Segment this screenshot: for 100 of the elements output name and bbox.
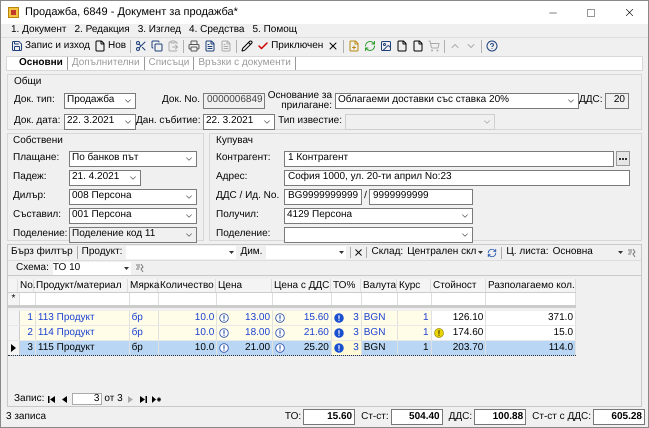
first-icon <box>48 396 56 402</box>
menu-item[interactable]: 2. Редакция <box>74 24 130 37</box>
dropdown-field[interactable]: 001 Персона <box>69 208 197 224</box>
table-cell: 10.0 <box>194 312 214 324</box>
menu-item[interactable]: 1. Документ <box>11 24 66 37</box>
column-header[interactable]: Курс <box>397 279 431 292</box>
page-icon <box>396 40 408 52</box>
table-cell: 115 Продукт <box>36 341 130 355</box>
dropdown-field[interactable]: 22. 3.2021 <box>203 114 275 130</box>
warning-icon <box>434 328 444 338</box>
field-label: Склад: <box>371 246 404 259</box>
dropdown-icon <box>478 251 484 254</box>
last-record-button[interactable] <box>138 394 149 404</box>
scheme-field[interactable]: ТО 10 <box>52 262 131 274</box>
record-number-field[interactable]: 3 <box>72 393 102 405</box>
dropdown-field[interactable]: По банков път <box>69 150 197 166</box>
info-icon <box>219 328 230 338</box>
field-label: Схема: <box>16 262 49 274</box>
dropdown-icon <box>618 251 623 254</box>
dimension-filter-field[interactable] <box>266 246 346 259</box>
price-list-field[interactable]: Основна <box>552 246 623 259</box>
dropdown-field[interactable] <box>284 226 473 242</box>
table-row[interactable]: 3 115 Продукт бр 10.0 21.00 25.20 3 BGN 1 203.70 114.0 <box>8 341 576 356</box>
column-header[interactable]: Продукт/материал <box>34 279 128 292</box>
total-field: 100.88 <box>474 409 526 425</box>
dropdown-field[interactable]: 21. 4.2021 <box>69 170 141 186</box>
table-cell: 2 <box>20 326 36 340</box>
column-header[interactable]: Разполагаемо кол. <box>486 279 576 292</box>
menu-item[interactable]: 5. Помощ <box>252 24 297 37</box>
new-button[interactable]: Нов <box>92 38 128 54</box>
edit-button[interactable] <box>239 38 256 54</box>
first-record-button[interactable] <box>46 394 58 404</box>
column-header[interactable]: Стойност <box>431 279 486 292</box>
print-button[interactable] <box>186 38 202 54</box>
page-icon <box>94 40 106 52</box>
text-field[interactable]: 9999999999 <box>369 188 473 204</box>
text-field[interactable]: 0000006849 <box>203 92 265 108</box>
save-exit-button[interactable]: Запис и изход <box>9 38 92 54</box>
refresh-icon[interactable] <box>487 248 498 258</box>
field-label: ДДС / Ид. No. <box>216 190 280 203</box>
quick-filter-button[interactable]: Бърз филтър <box>11 246 78 259</box>
help-button[interactable] <box>484 38 500 54</box>
table-cell: 10.0 <box>194 326 214 340</box>
copy-button[interactable] <box>149 38 166 54</box>
table-cell: 3 <box>353 326 359 340</box>
new-record-icon <box>152 396 161 402</box>
browse-button[interactable] <box>616 151 630 166</box>
dropdown-icon <box>339 251 344 254</box>
column-header[interactable]: No. <box>18 279 34 292</box>
new-record-button[interactable] <box>150 394 162 404</box>
dropdown-icon <box>124 266 129 270</box>
info-icon <box>334 343 344 353</box>
column-header[interactable]: Цена с ДДС <box>272 279 331 292</box>
dropdown-field[interactable]: Поделение код 11 <box>69 226 197 242</box>
field-label: от 3 <box>104 392 123 406</box>
table-cell: 1 <box>398 341 432 355</box>
text-field[interactable]: София 1000, ул. 20-ти април No:23 <box>284 170 630 186</box>
field-label: Док. дата: <box>14 115 62 128</box>
record-count: 3 записа <box>6 410 48 424</box>
table-row[interactable]: 2 114 Продукт бр 10.0 18.00 21.60 3 BGN 1 174.60 15.0 <box>8 326 576 341</box>
text-field[interactable]: 20 <box>605 92 629 108</box>
table-cell: 15.60 <box>304 312 329 324</box>
text-field[interactable]: 1 Контрагент <box>284 150 614 166</box>
tab[interactable]: Основни <box>15 57 68 70</box>
info-icon <box>275 343 286 353</box>
column-header[interactable]: Количество <box>158 279 216 292</box>
pencil-icon <box>241 40 254 52</box>
table-cell: 21.60 <box>304 326 329 340</box>
total-field: 504.40 <box>390 409 443 425</box>
warehouse-field[interactable]: Централен скл <box>407 246 484 259</box>
complete-button[interactable]: Приключен <box>255 38 326 54</box>
group-title: Общи <box>14 76 42 88</box>
field-label: Дим. <box>240 246 262 259</box>
text-field[interactable]: BG9999999999 <box>284 188 362 204</box>
save-icon <box>11 40 23 52</box>
column-header[interactable]: Цена <box>216 279 272 292</box>
dropdown-field[interactable]: Продажба <box>64 92 136 108</box>
menu-item[interactable]: 4. Средства <box>189 24 244 37</box>
column-header[interactable]: Валута <box>361 279 397 292</box>
table-cell: 126.10 <box>452 312 484 324</box>
table-row[interactable]: 1 113 Продукт бр 10.0 13.00 15.60 3 BGN 1 126.10 371.0 <box>8 311 576 326</box>
field-label: Продукт: <box>82 246 122 259</box>
dropdown-field[interactable]: Облагаеми доставки със ставка 20% <box>335 92 579 108</box>
field-label: Плащане: <box>13 152 60 165</box>
field-label: Основание за прилагане: <box>266 90 333 110</box>
dropdown-field[interactable]: 4129 Персона <box>284 208 473 224</box>
dropdown-field[interactable]: 008 Персона <box>69 188 197 204</box>
clear-filter-button[interactable] <box>350 247 368 258</box>
table-cell: 13.00 <box>245 312 270 324</box>
product-filter-field[interactable] <box>126 246 236 259</box>
field-label: Дан. събитие: <box>136 115 202 128</box>
table-cell: 371.0 <box>486 311 576 325</box>
table-cell: 3 <box>20 341 36 355</box>
window-title: Продажба, 6849 - Документ за продажба* <box>25 6 239 20</box>
column-header[interactable]: Мярка <box>128 279 158 292</box>
menu-item[interactable]: 3. Изглед <box>138 24 182 37</box>
table-cell: 18.00 <box>245 326 270 340</box>
column-header[interactable]: ТО% <box>331 279 361 292</box>
dropdown-field[interactable]: 22. 3.2021 <box>64 114 136 130</box>
clipboard-icon <box>167 40 180 52</box>
